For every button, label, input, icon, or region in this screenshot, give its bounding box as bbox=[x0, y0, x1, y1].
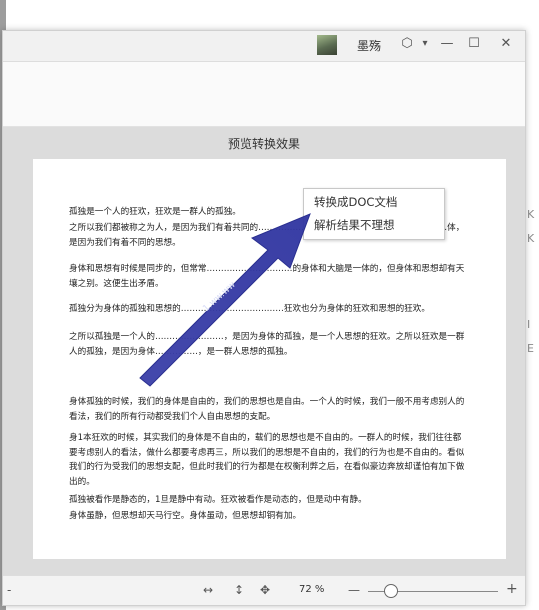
side-glyph-4: E bbox=[527, 342, 534, 355]
side-glyph-2: K bbox=[527, 232, 535, 245]
paragraph-4: 孤独分为身体的孤独和思想的………………………………狂欢也分为身体的狂欢和思想的狂… bbox=[69, 304, 430, 314]
status-left-glyph: - bbox=[7, 583, 12, 597]
paragraph-3: 身体和思想有时候是同步的，但常常…………………………的身体和大脑是一体的，但身体… bbox=[69, 264, 465, 289]
fit-width-icon[interactable]: ↔ bbox=[203, 583, 213, 597]
zoom-slider-thumb[interactable] bbox=[384, 584, 399, 598]
paragraph-5: 之所以孤独是一个人的……………………，是因为身体的孤独，是一个人思想的狂欢。之所… bbox=[69, 332, 465, 357]
maximize-icon[interactable]: ☐ bbox=[466, 36, 482, 51]
fit-height-icon[interactable]: ↕ bbox=[234, 583, 244, 597]
pdf-converter-window: 墨殇 ⬡ ▾ — ☐ ✕ 预览转换效果 孤独是一个人的狂欢，狂欢是一群人的孤独。… bbox=[2, 30, 526, 606]
move-icon[interactable]: ✥ bbox=[260, 583, 270, 597]
context-menu: 转换成DOC文档 解析结果不理想 bbox=[303, 188, 445, 240]
status-bar: - ↔ ↕ ✥ 72 % — + bbox=[3, 575, 525, 605]
badge-icon[interactable]: ⬡ bbox=[399, 36, 415, 51]
paragraph-8: 孤独被看作是静态的，1旦是静中有动。狂欢被看作是动态的，但是动中有静。 bbox=[69, 495, 367, 505]
title-bar: 墨殇 ⬡ ▾ — ☐ ✕ bbox=[3, 31, 525, 62]
dropdown-icon[interactable]: ▾ bbox=[417, 38, 433, 49]
side-glyph-1: K bbox=[527, 208, 535, 221]
minimize-icon[interactable]: — bbox=[439, 36, 455, 51]
paragraph-6: 身体孤独的时候，我们的身体是自由的，我们的思想也是自由。一个人的时候，我们一般不… bbox=[69, 397, 465, 422]
avatar[interactable] bbox=[317, 35, 337, 55]
paragraph-9: 身体虽静，但思想却天马行空。身体虽动，但思想却铜有加。 bbox=[69, 511, 302, 521]
close-icon[interactable]: ✕ bbox=[498, 36, 514, 51]
zoom-out-icon[interactable]: — bbox=[348, 583, 360, 597]
username-label[interactable]: 墨殇 bbox=[357, 37, 381, 54]
zoom-value: 72 % bbox=[299, 584, 325, 595]
toolbar-area bbox=[3, 62, 525, 127]
zoom-in-icon[interactable]: + bbox=[506, 581, 518, 597]
preview-title: 预览转换效果 bbox=[227, 137, 300, 151]
menu-item-parse-unsatisfactory[interactable]: 解析结果不理想 bbox=[314, 217, 395, 233]
side-glyph-3: I bbox=[527, 318, 531, 331]
paragraph-7: 身1本狂欢的时候，其实我们的身体是不自由的，载们的思想也是不自由的。一群人的时候… bbox=[69, 433, 465, 487]
menu-item-convert-doc[interactable]: 转换成DOC文档 bbox=[314, 194, 397, 210]
